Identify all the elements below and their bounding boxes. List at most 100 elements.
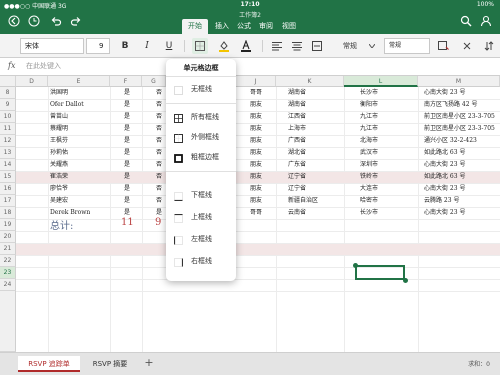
attend-cell[interactable]: 是 [124, 135, 130, 147]
redo-icon[interactable] [68, 15, 84, 29]
province-cell[interactable]: 湖北省 [288, 147, 306, 159]
number-format-dropdown[interactable]: 常规 [336, 38, 364, 54]
address-cell[interactable]: 前卫区南星小区 23-3-705 [424, 111, 500, 123]
row-header[interactable]: 24 [0, 279, 16, 291]
add-sheet-button[interactable]: + [142, 355, 156, 371]
address-cell[interactable]: 心南大街 23 号 [424, 159, 500, 171]
guest-cell[interactable]: 否 [156, 159, 162, 171]
menu-item-thick-border[interactable]: 粗框边框 [166, 148, 236, 168]
total-attend[interactable]: 11 [121, 217, 134, 228]
row-header[interactable]: 12 [0, 135, 16, 147]
attend-cell[interactable]: 是 [124, 87, 130, 99]
address-cell[interactable]: 云腾路 23 号 [424, 195, 500, 207]
address-cell[interactable]: 心南大街 23 号 [424, 183, 500, 195]
attend-cell[interactable]: 是 [124, 111, 130, 123]
recent-icon[interactable] [26, 15, 42, 29]
row-header[interactable]: 11 [0, 123, 16, 135]
name-cell[interactable]: 曾苗山 [50, 111, 68, 123]
fx-icon[interactable]: fx [8, 61, 15, 70]
menu-item-top-border[interactable]: 上框线 [166, 208, 236, 228]
menu-item-bottom-border[interactable]: 下框线 [166, 186, 236, 206]
fill-color-icon[interactable] [216, 38, 232, 54]
back-icon[interactable] [6, 15, 22, 29]
address-cell[interactable]: 如此路北 63 号 [424, 171, 500, 183]
row-header[interactable]: 18 [0, 207, 16, 219]
attend-cell[interactable]: 是 [124, 147, 130, 159]
insert-cells-icon[interactable] [436, 38, 450, 54]
province-cell[interactable]: 湖南省 [288, 99, 306, 111]
name-cell[interactable]: 蔡耀明 [50, 123, 68, 135]
relation-cell[interactable]: 朋友 [250, 171, 262, 183]
attend-cell[interactable]: 是 [124, 123, 130, 135]
guest-cell[interactable]: 否 [156, 195, 162, 207]
row-header[interactable]: 22 [0, 255, 16, 267]
name-cell[interactable]: 吴建宏 [50, 195, 68, 207]
bold-button[interactable]: B [118, 38, 132, 54]
name-cell[interactable]: 关耀燕 [50, 159, 68, 171]
relation-cell[interactable]: 哥哥 [250, 87, 262, 99]
sheet-tab-rsvp-summary[interactable]: RSVP 摘要 [82, 356, 138, 372]
relation-cell[interactable]: 朋友 [250, 183, 262, 195]
total-guest[interactable]: 9 [155, 217, 161, 228]
address-cell[interactable]: 心南大街 23 号 [424, 87, 500, 99]
address-cell[interactable]: 如此路北 63 号 [424, 147, 500, 159]
city-cell[interactable]: 衡阳市 [360, 99, 378, 111]
column-header[interactable]: E [48, 76, 110, 87]
city-cell[interactable]: 长沙市 [360, 87, 378, 99]
font-color-icon[interactable] [238, 38, 254, 54]
city-cell[interactable]: 深圳市 [360, 159, 378, 171]
tab-review[interactable]: 审阅 [256, 19, 276, 34]
column-header[interactable]: K [276, 76, 344, 87]
selected-cell[interactable] [355, 265, 405, 280]
row-header[interactable]: 15 [0, 171, 16, 183]
total-label[interactable]: 总计: [50, 217, 73, 232]
selection-handle[interactable] [403, 278, 408, 283]
italic-button[interactable]: I [140, 38, 154, 54]
selection-handle[interactable] [353, 263, 358, 268]
borders-icon[interactable] [192, 38, 208, 54]
city-cell[interactable]: 大连市 [360, 183, 378, 195]
spreadsheet-grid[interactable]: D E F G H I J K L M 8 洪国明 是 否 哥哥 湖南省 长沙市… [0, 76, 500, 352]
row-header[interactable]: 10 [0, 111, 16, 123]
row-header[interactable]: 20 [0, 231, 16, 243]
province-cell[interactable]: 云南省 [288, 207, 306, 219]
column-header-selected[interactable]: L [344, 76, 418, 87]
attend-cell[interactable]: 是 [124, 159, 130, 171]
tab-home[interactable]: 开始 [182, 19, 208, 34]
name-cell[interactable]: Ofer Dallot [50, 99, 84, 111]
formula-input[interactable]: 在此处键入 [26, 61, 61, 71]
guest-cell[interactable]: 否 [156, 87, 162, 99]
row-header[interactable]: 17 [0, 195, 16, 207]
column-header[interactable]: G [142, 76, 166, 87]
tab-view[interactable]: 视图 [279, 19, 299, 34]
row-header-selected[interactable]: 23 [0, 267, 16, 279]
tab-formulas[interactable]: 公式 [234, 19, 254, 34]
city-cell[interactable]: 长沙市 [360, 207, 378, 219]
menu-item-left-border[interactable]: 左框线 [166, 230, 236, 250]
menu-item-right-border[interactable]: 右框线 [166, 252, 236, 272]
relation-cell[interactable]: 朋友 [250, 111, 262, 123]
relation-cell[interactable]: 哥哥 [250, 207, 262, 219]
relation-cell[interactable]: 朋友 [250, 123, 262, 135]
city-cell[interactable]: 九江市 [360, 111, 378, 123]
font-name-field[interactable]: 宋体 [20, 38, 84, 54]
row-header[interactable]: 21 [0, 243, 16, 255]
font-size-field[interactable]: 9 [86, 38, 110, 54]
city-cell[interactable]: 北海市 [360, 135, 378, 147]
align-center-icon[interactable] [290, 38, 304, 54]
account-icon[interactable] [478, 15, 494, 29]
clear-icon[interactable] [460, 38, 474, 54]
row-header[interactable]: 9 [0, 99, 16, 111]
column-header[interactable]: D [16, 76, 48, 87]
menu-item-outside-borders[interactable]: 外侧框线 [166, 128, 236, 148]
attend-cell[interactable]: 是 [124, 195, 130, 207]
relation-cell[interactable]: 朋友 [250, 135, 262, 147]
tab-insert[interactable]: 插入 [212, 19, 232, 34]
select-all-corner[interactable] [0, 76, 16, 87]
column-header[interactable]: M [418, 76, 500, 87]
undo-icon[interactable] [48, 15, 64, 29]
province-cell[interactable]: 上海市 [288, 123, 306, 135]
relation-cell[interactable]: 朋友 [250, 159, 262, 171]
align-left-icon[interactable] [270, 38, 284, 54]
name-cell[interactable]: 王枫芬 [50, 135, 68, 147]
